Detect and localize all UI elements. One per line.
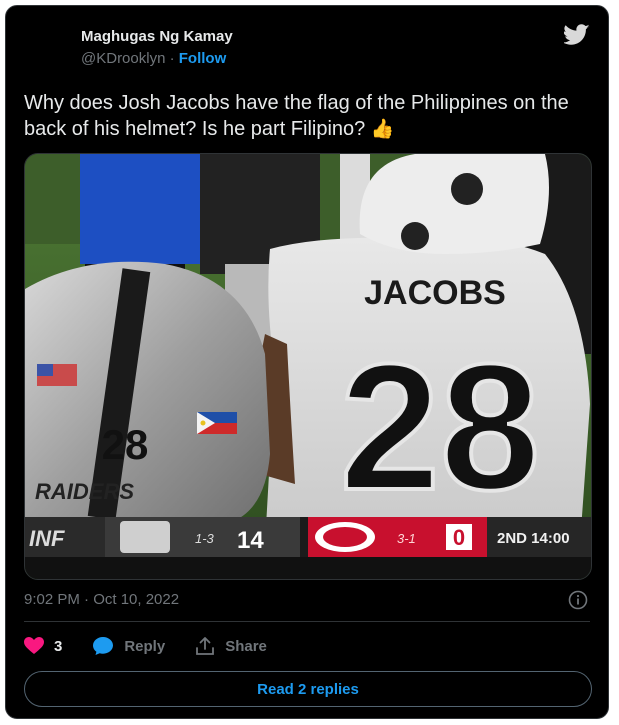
share-button[interactable]: Share	[195, 636, 267, 656]
like-button[interactable]: 3	[24, 637, 62, 655]
read-replies-label: Read 2 replies	[257, 680, 359, 698]
info-icon[interactable]	[568, 590, 588, 610]
scorebug-network: INF	[29, 526, 65, 551]
share-label: Share	[225, 637, 267, 655]
tweet-photo[interactable]: JACOBS 28 28 RAIDERS INF 1-3 14 3-1 0 2N…	[24, 153, 592, 580]
reply-bubble-icon	[93, 637, 114, 655]
reply-label: Reply	[124, 637, 166, 655]
twitter-bird-icon[interactable]	[564, 24, 590, 46]
thumbs-up-emoji: 👍	[370, 119, 395, 140]
jersey-number: 28	[340, 327, 540, 528]
background-person-blue	[80, 154, 200, 264]
scorebug-home-record: 3-1	[397, 531, 416, 546]
tweet-timestamp[interactable]: 9:02 PM · Oct 10, 2022	[24, 591, 179, 608]
reply-button[interactable]: Reply	[92, 636, 165, 656]
helmet-number: 28	[102, 421, 149, 468]
scorebug-quarter-clock: 2ND 14:00	[497, 530, 570, 547]
helmet-raiders-text: RAIDERS	[35, 479, 134, 504]
photo-scene: JACOBS 28 28 RAIDERS INF 1-3 14 3-1 0 2N…	[25, 154, 591, 579]
action-bar: 3 Reply Share	[24, 634, 297, 658]
philippines-flag-sticker	[197, 412, 237, 434]
follow-button[interactable]: Follow	[179, 50, 227, 67]
tweet-text: Why does Josh Jacobs have the flag of th…	[24, 90, 594, 143]
tweet-header: Maghugas Ng Kamay @KDrooklyn · Follow	[6, 6, 608, 86]
jersey-name: JACOBS	[364, 274, 506, 312]
author-name[interactable]: Maghugas Ng Kamay	[81, 28, 233, 45]
handle-separator: ·	[169, 50, 175, 67]
tweet-body: Why does Josh Jacobs have the flag of th…	[24, 92, 569, 140]
heart-icon	[24, 637, 44, 654]
scorebug-away-record: 1-3	[195, 531, 215, 546]
read-replies-button[interactable]: Read 2 replies	[24, 671, 592, 707]
divider	[24, 621, 590, 622]
scorebug-away-score: 14	[237, 527, 264, 554]
scorebug-home-score: 0	[453, 525, 465, 550]
share-icon	[196, 637, 215, 655]
like-count: 3	[54, 637, 63, 655]
scorebug: INF 1-3 14 3-1 0 2ND 14:00	[25, 517, 591, 557]
author-handle-row: @KDrooklyn · Follow	[81, 50, 226, 67]
author-handle[interactable]: @KDrooklyn	[81, 50, 165, 67]
player-helmet	[359, 154, 549, 254]
tweet-card: Maghugas Ng Kamay @KDrooklyn · Follow Wh…	[5, 5, 609, 719]
